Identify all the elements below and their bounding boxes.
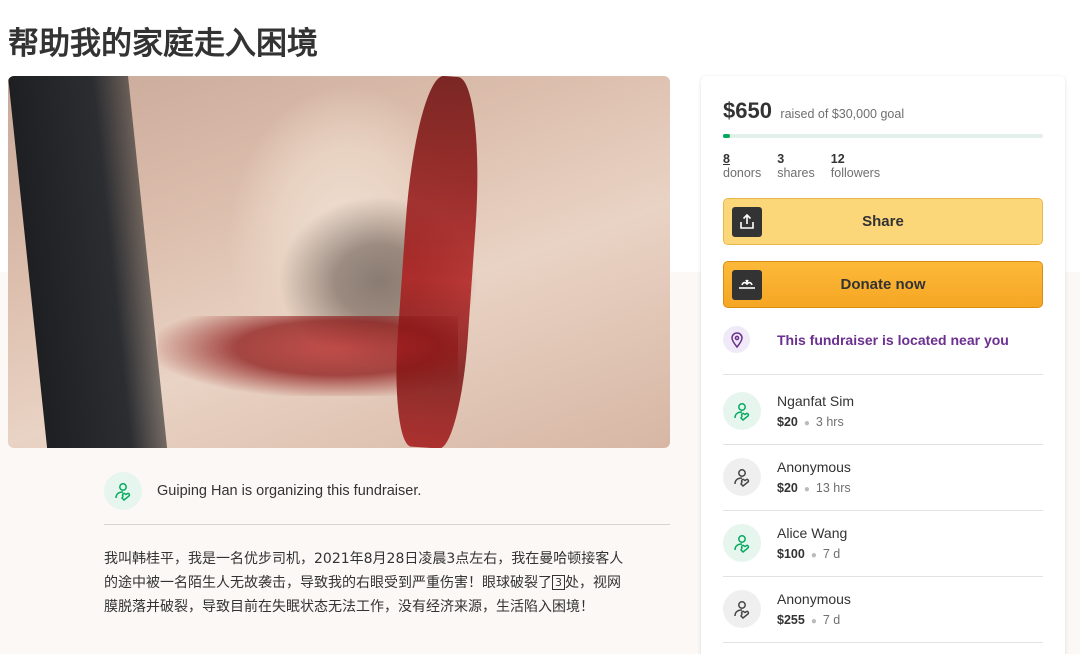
story-line-2: 的途中被一名陌生人无故袭击，导致我的右眼受到严重伤害！眼球破裂了 3 处，视网: [104, 571, 670, 595]
dot-separator: ●: [803, 484, 810, 495]
donation-amount: $20: [777, 415, 798, 429]
donation-meta: $255 ● 7 d: [777, 613, 840, 627]
donors-count[interactable]: 8: [723, 152, 761, 166]
followers-count: 12: [830, 152, 845, 166]
raised-amount: $650: [723, 98, 772, 123]
donation-time: 13 hrs: [815, 481, 851, 495]
location-text: This fundraiser is located near you: [777, 332, 1009, 348]
dot-separator: ●: [810, 550, 817, 561]
raised-summary: $650 raised of $30,000 goal: [723, 98, 904, 124]
donation-item: Alice Wang $100 ● 7 d: [723, 510, 1043, 576]
story-divider: [104, 524, 670, 525]
donation-time: 3 hrs: [815, 415, 844, 429]
donation-amount: $20: [777, 481, 798, 495]
share-button[interactable]: Share: [723, 198, 1043, 245]
fundraiser-photo: [8, 76, 670, 448]
followers-label: followers: [830, 166, 881, 180]
shares-count: 3: [777, 152, 785, 166]
goal-text: raised of $30,000 goal: [780, 107, 905, 121]
story-line-2-part-a: 的途中被一名陌生人无故袭击，导致我的右眼受到严重伤害！眼球破裂了: [104, 575, 552, 591]
photo-shadow-area: [8, 76, 168, 448]
progress-bar: [723, 134, 1043, 138]
story-line-1: 我叫韩桂平，我是一名优步司机，2021年8月28日凌晨3点左右，我在曼哈顿接客人: [104, 551, 624, 567]
story-line-2-part-b: 处，视网: [565, 575, 621, 591]
donor-name: Anonymous: [777, 591, 851, 607]
dot-separator: ●: [803, 418, 810, 429]
story-text: 我叫韩桂平，我是一名优步司机，2021年8月28日凌晨3点左右，我在曼哈顿接客人…: [104, 547, 670, 619]
followers-stat: 12 followers: [831, 152, 880, 180]
donation-item: Nganfat Sim $20 ● 3 hrs: [723, 378, 1043, 444]
organizer-row: Guiping Han is organizing this fundraise…: [104, 472, 670, 512]
donate-hand-icon: [732, 270, 762, 300]
location-notice: This fundraiser is located near you: [723, 322, 1043, 374]
donors-label: donors: [723, 166, 762, 180]
donor-name: Alice Wang: [777, 525, 848, 541]
stats-row: 8 donors 3 shares 12 followers: [723, 152, 880, 180]
page-title: 帮助我的家庭走入困境: [8, 26, 318, 62]
heart-hand-icon: [723, 392, 761, 430]
shares-label: shares: [777, 166, 815, 180]
donors-stat[interactable]: 8 donors: [723, 152, 761, 180]
location-pin-icon: [723, 326, 750, 353]
donation-time: 7 d: [822, 613, 841, 627]
heart-hand-icon: [723, 590, 761, 628]
share-upload-icon: [732, 207, 762, 237]
donation-amount: $100: [777, 547, 805, 561]
donate-button[interactable]: Donate now: [723, 261, 1043, 308]
donation-time: 7 d: [822, 547, 841, 561]
separator: [723, 374, 1043, 375]
donation-item: Anonymous $20 ● 13 hrs: [723, 444, 1043, 510]
heart-hand-icon: [104, 472, 142, 510]
photo-wound-lower: [158, 316, 458, 396]
donation-meta: $100 ● 7 d: [777, 547, 840, 561]
donor-name: Anonymous: [777, 459, 851, 475]
progress-bar-fill: [723, 134, 730, 138]
donate-button-label: Donate now: [840, 276, 926, 293]
separator: [723, 642, 1043, 643]
donation-meta: $20 ● 13 hrs: [777, 481, 851, 495]
heart-hand-icon: [723, 524, 761, 562]
donation-item: Anonymous $255 ● 7 d: [723, 576, 1043, 642]
donation-meta: $20 ● 3 hrs: [777, 415, 844, 429]
shares-stat: 3 shares: [777, 152, 815, 180]
share-button-label: Share: [862, 213, 904, 230]
organizer-text: Guiping Han is organizing this fundraise…: [157, 483, 422, 499]
dot-separator: ●: [810, 616, 817, 627]
donation-amount: $255: [777, 613, 805, 627]
story-line-3: 膜脱落并破裂，导致目前在失眠状态无法工作，没有经济来源，生活陷入困境！: [104, 599, 594, 615]
heart-hand-icon: [723, 458, 761, 496]
donation-sidebar: $650 raised of $30,000 goal 8 donors 3 s…: [701, 76, 1065, 654]
donor-name: Nganfat Sim: [777, 393, 855, 409]
story-boxed-number: 3: [552, 575, 565, 590]
